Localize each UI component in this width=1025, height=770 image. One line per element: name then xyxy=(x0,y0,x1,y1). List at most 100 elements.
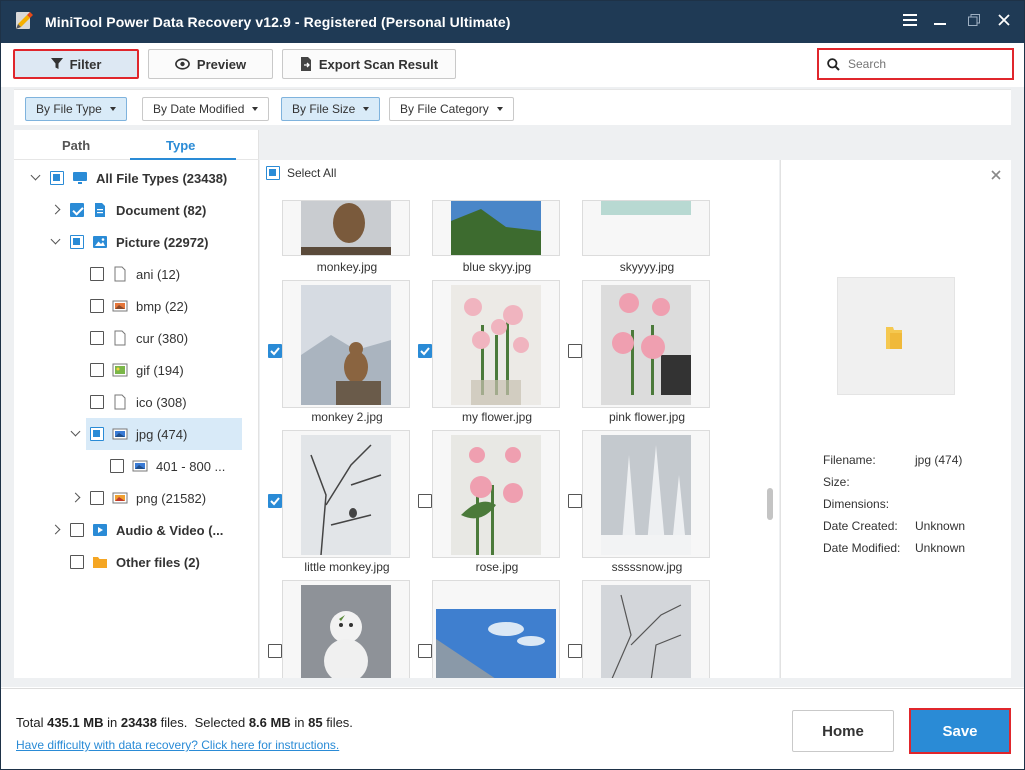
tree-item-bmp[interactable]: bmp (22) xyxy=(90,294,188,318)
selected-size: 8.6 MB xyxy=(248,715,291,730)
thumbnail-checkbox[interactable] xyxy=(568,344,582,358)
thumbnail-card[interactable] xyxy=(282,430,410,558)
tree-item-other-files[interactable]: Other files (2) xyxy=(70,550,200,574)
home-button[interactable]: Home xyxy=(792,710,894,752)
search-icon xyxy=(827,57,840,71)
thumbnail-checkbox[interactable] xyxy=(418,644,432,658)
tree-item-jpg[interactable]: jpg (474) xyxy=(70,422,187,446)
view-tabs: Path Type xyxy=(14,130,259,160)
checkbox[interactable] xyxy=(90,267,104,281)
app-logo-icon xyxy=(16,12,33,29)
tree-item-audio-video[interactable]: Audio & Video (... xyxy=(50,518,223,542)
picture-icon xyxy=(93,236,107,248)
thumbnail-checkbox[interactable] xyxy=(268,644,282,658)
save-button[interactable]: Save xyxy=(909,708,1011,754)
checkbox[interactable] xyxy=(90,299,104,313)
select-all-row[interactable]: Select All xyxy=(266,166,336,180)
collapse-icon[interactable] xyxy=(70,428,82,440)
menu-icon[interactable] xyxy=(900,12,920,32)
thumbnail-card[interactable] xyxy=(282,200,410,256)
save-label: Save xyxy=(913,712,1007,750)
thumbnail-card[interactable] xyxy=(582,430,710,558)
filter-by-file-category[interactable]: By File Category xyxy=(389,97,514,121)
tree-item-png[interactable]: png (21582) xyxy=(70,486,206,510)
jpg-image-icon xyxy=(112,428,128,440)
checkbox[interactable] xyxy=(90,331,104,345)
tree-item-jpg-size-range[interactable]: 401 - 800 ... xyxy=(110,454,225,478)
checkbox[interactable] xyxy=(90,491,104,505)
thumbnail-card[interactable] xyxy=(432,200,560,256)
search-box[interactable] xyxy=(817,48,1014,80)
expand-icon[interactable] xyxy=(50,204,62,216)
thumbnail-checkbox[interactable] xyxy=(568,644,582,658)
thumbnail-card[interactable] xyxy=(432,280,560,408)
thumbnail-label: blue skyy.jpg xyxy=(462,260,532,274)
filter-by-file-size[interactable]: By File Size xyxy=(281,97,381,121)
checkbox[interactable] xyxy=(70,555,84,569)
checkbox[interactable] xyxy=(110,459,124,473)
preview-button[interactable]: Preview xyxy=(148,49,273,79)
export-scan-result-button[interactable]: Export Scan Result xyxy=(282,49,456,79)
checkbox[interactable] xyxy=(70,203,84,217)
tree-item-all-file-types[interactable]: All File Types (23438) xyxy=(30,166,227,190)
checkbox[interactable] xyxy=(50,171,64,185)
thumbnail-card[interactable] xyxy=(582,200,710,256)
tree-item-picture[interactable]: Picture (22972) xyxy=(50,230,209,254)
search-input[interactable] xyxy=(848,57,1008,71)
filename-value: jpg (474) xyxy=(915,453,963,467)
thumbnail-card[interactable] xyxy=(432,430,560,558)
tree-label: ico (308) xyxy=(136,394,187,410)
monitor-icon xyxy=(73,172,87,184)
thumbnail-card[interactable] xyxy=(432,580,560,678)
selected-files: 85 xyxy=(308,715,323,730)
help-link[interactable]: Have difficulty with data recovery? Clic… xyxy=(16,738,339,752)
thumbnail-card[interactable] xyxy=(582,580,710,678)
snow-photo xyxy=(601,435,691,555)
footer-bar: Total 435.1 MB in 23438 files. Selected … xyxy=(1,688,1024,769)
thumbnail-checkbox-checked[interactable] xyxy=(268,494,282,508)
thumbnail-card[interactable] xyxy=(282,580,410,678)
minimize-icon[interactable] xyxy=(930,12,950,32)
checkbox[interactable] xyxy=(70,235,84,249)
export-icon xyxy=(300,57,311,71)
close-window-icon[interactable] xyxy=(994,12,1014,32)
monkey-photo xyxy=(301,201,391,255)
close-icon[interactable] xyxy=(991,170,1001,180)
collapse-icon[interactable] xyxy=(50,236,62,248)
thumbnail-label: monkey 2.jpg xyxy=(311,410,383,424)
grid-scrollbar-thumb[interactable] xyxy=(767,488,773,520)
checkbox[interactable] xyxy=(90,427,104,441)
checkbox[interactable] xyxy=(70,523,84,537)
filter-label: Filter xyxy=(69,56,102,72)
tree-label: png (21582) xyxy=(136,490,207,506)
filter-by-date-modified[interactable]: By Date Modified xyxy=(142,97,270,121)
select-all-checkbox[interactable] xyxy=(266,166,280,180)
checkbox[interactable] xyxy=(90,363,104,377)
thumbnail-checkbox-checked[interactable] xyxy=(418,344,432,358)
tree-item-cur[interactable]: cur (380) xyxy=(90,326,188,350)
tab-path[interactable]: Path xyxy=(62,138,90,153)
caret-down-icon xyxy=(496,107,503,111)
tree-item-document[interactable]: Document (82) xyxy=(50,198,206,222)
restore-icon[interactable] xyxy=(964,12,984,32)
summary-text: Selected xyxy=(194,715,246,730)
thumbnail-label: my flower.jpg xyxy=(461,410,533,424)
thumbnail-label: monkey.jpg xyxy=(316,260,378,274)
thumbnail-checkbox[interactable] xyxy=(568,494,582,508)
tab-type[interactable]: Type xyxy=(166,138,195,153)
thumbnail-card[interactable] xyxy=(282,280,410,408)
tree-label: Picture (22972) xyxy=(116,234,209,250)
expand-icon[interactable] xyxy=(70,492,82,504)
thumbnail-checkbox[interactable] xyxy=(418,494,432,508)
tree-item-gif[interactable]: gif (194) xyxy=(90,358,184,382)
thumbnail-card[interactable] xyxy=(582,280,710,408)
summary-text: files. xyxy=(160,715,188,730)
filter-by-file-type[interactable]: By File Type xyxy=(25,97,127,121)
expand-icon[interactable] xyxy=(50,524,62,536)
tree-item-ico[interactable]: ico (308) xyxy=(90,390,187,414)
thumbnail-checkbox-checked[interactable] xyxy=(268,344,282,358)
tree-item-ani[interactable]: ani (12) xyxy=(90,262,180,286)
checkbox[interactable] xyxy=(90,395,104,409)
filter-button[interactable]: Filter xyxy=(13,49,139,79)
collapse-icon[interactable] xyxy=(30,172,42,184)
